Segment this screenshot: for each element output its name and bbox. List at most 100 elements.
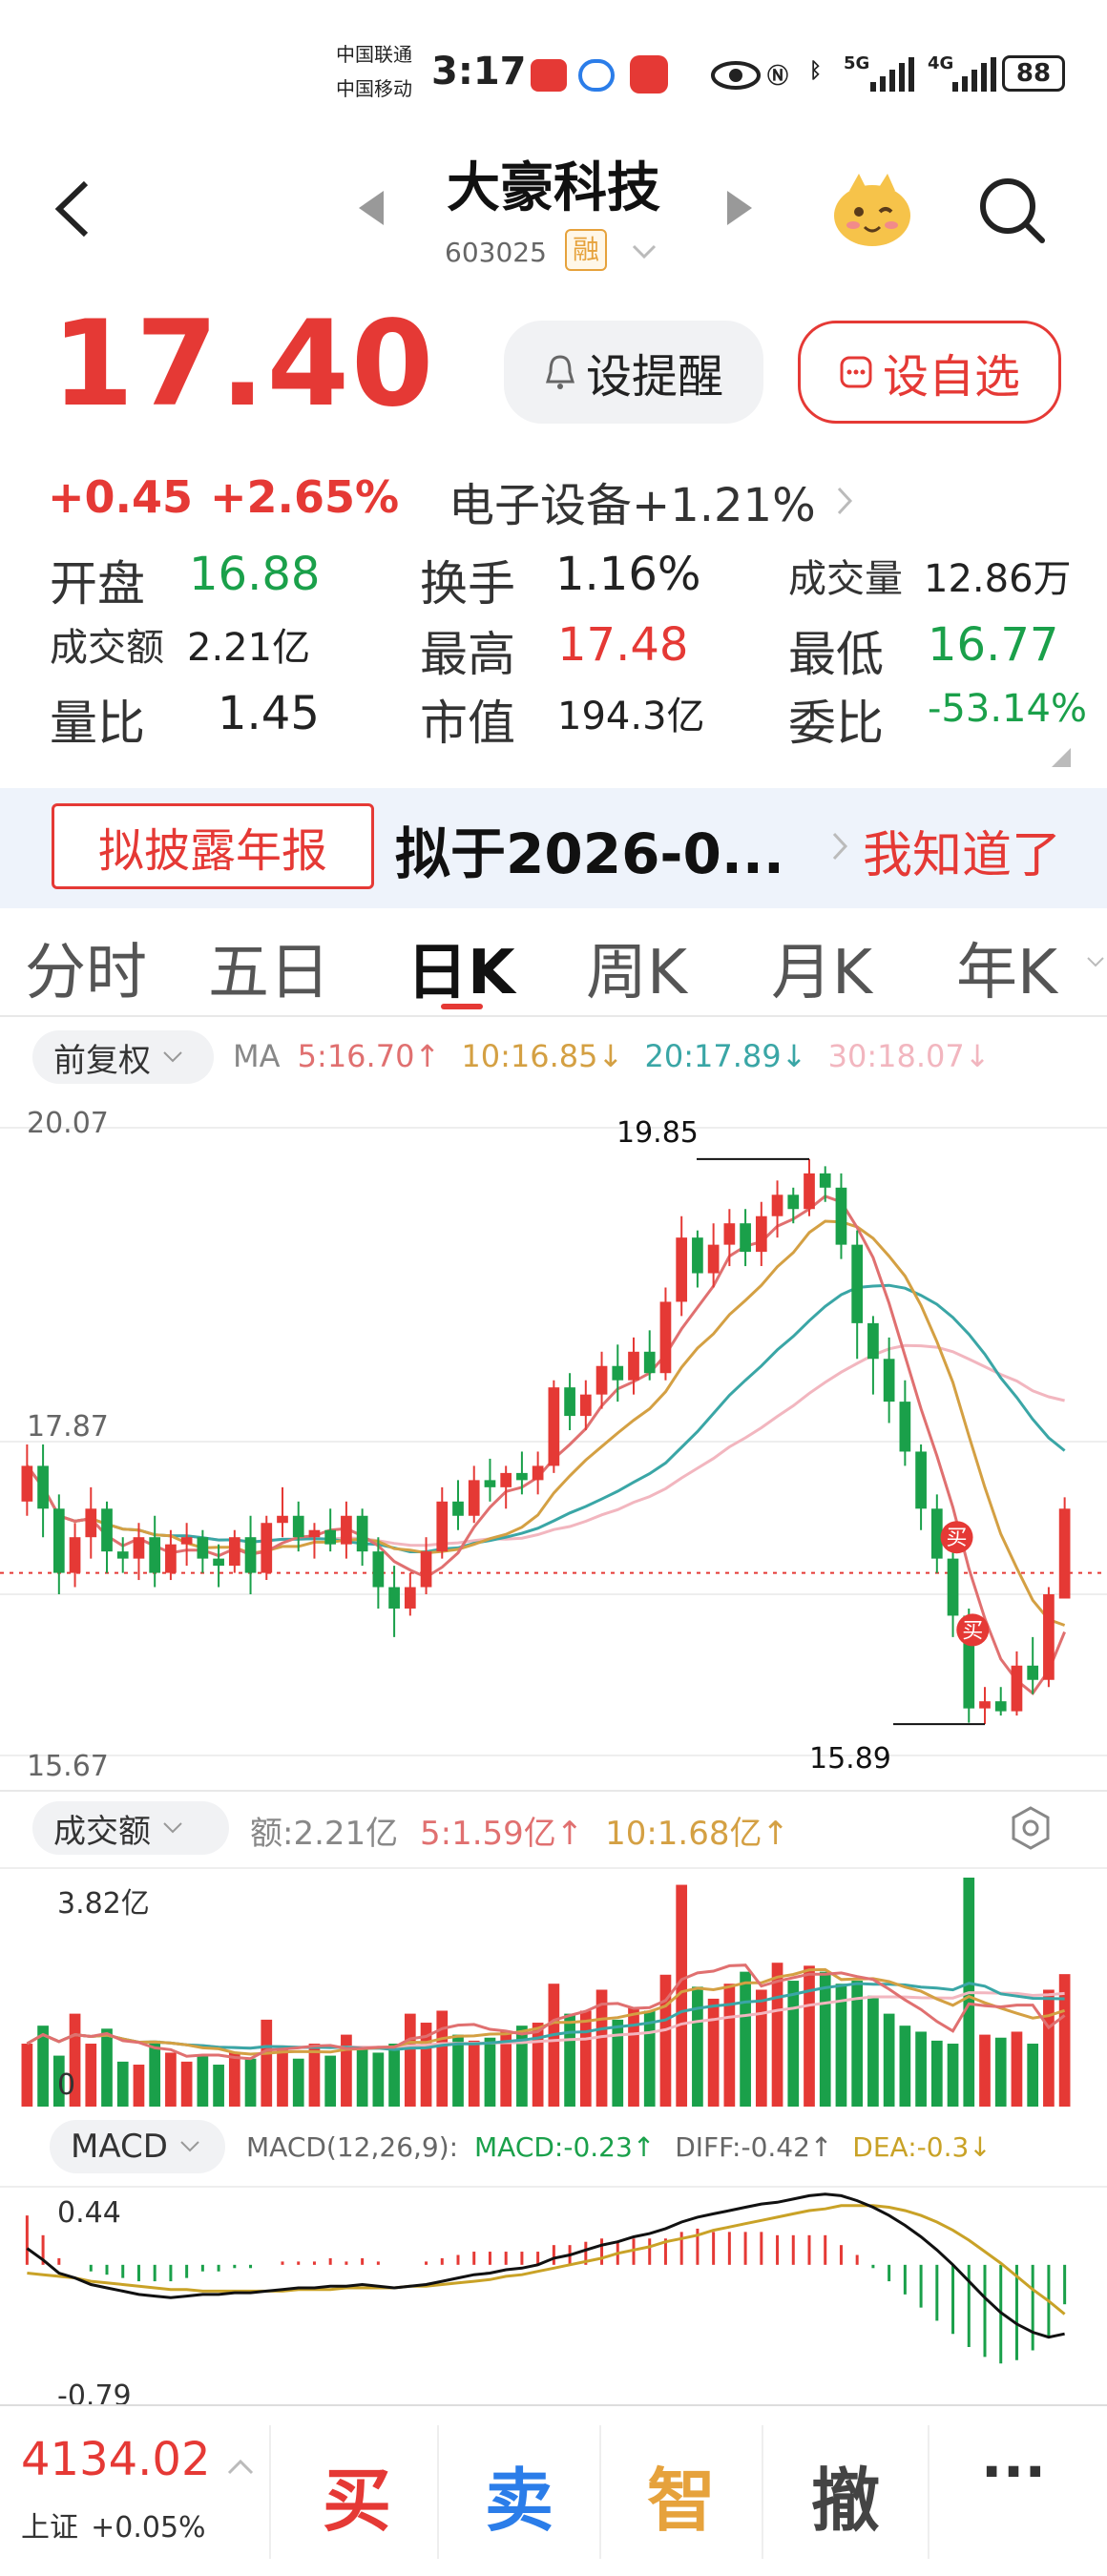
buy-marker: 买 (940, 1521, 973, 1554)
turnover-label: 换手 (420, 556, 515, 612)
volume-label: 成交量 (788, 557, 903, 601)
chevron-down-icon[interactable] (1086, 956, 1105, 969)
candle (532, 1451, 544, 1495)
search-button[interactable] (973, 172, 1050, 248)
volume-indicator-dropdown[interactable]: 成交额 (32, 1801, 229, 1855)
volume-bar (1011, 2031, 1023, 2107)
tab-daily-k[interactable]: 日K (407, 924, 515, 1011)
status-bar: 中国联通 中国移动 3:17 Ⓝ ᛒ 5G 4G 88 (0, 0, 1107, 134)
volume-bar (292, 2058, 304, 2107)
divider (0, 1790, 1107, 1792)
candle-body (994, 1701, 1007, 1712)
volume-y-zero: 0 (57, 2068, 76, 2102)
macd-chart[interactable] (0, 2179, 1107, 2404)
set-alert-button[interactable]: 设提醒 (504, 321, 763, 424)
tab-weekly-k[interactable]: 周K (586, 924, 687, 1011)
candle (1043, 1587, 1055, 1688)
smart-trade-button[interactable]: 智 (601, 2444, 762, 2545)
chevron-down-icon (163, 1051, 182, 1063)
candle (979, 1687, 991, 1725)
candle-body (532, 1465, 544, 1481)
divider (0, 1015, 1107, 1017)
chevron-down-icon (163, 1822, 182, 1834)
macd-y-top: 0.44 (57, 2196, 121, 2230)
macd-value: MACD:-0.23↑ (474, 2131, 656, 2163)
candle-body (899, 1402, 911, 1452)
macd-params: MACD(12,26,9): (246, 2131, 459, 2163)
back-button[interactable] (46, 176, 103, 242)
tab-5day[interactable]: 五日 (208, 924, 330, 1011)
candle-body (564, 1387, 575, 1417)
expand-corner-icon[interactable] (1050, 746, 1073, 769)
more-button[interactable]: ··· (931, 2439, 1096, 2505)
volume-chart[interactable] (0, 1860, 1107, 2110)
bottom-action-bar: 4134.02 上证 +0.05% 买 卖 智 撤 ··· (0, 2404, 1107, 2576)
candle (149, 1515, 161, 1588)
volume-bar (867, 1995, 879, 2107)
adjust-dropdown[interactable]: 前复权 (32, 1030, 214, 1084)
tab-yearly-k[interactable]: 年K (956, 924, 1057, 1011)
candle-body (404, 1587, 416, 1609)
signal-icon (870, 57, 914, 92)
carrier-2: 中国移动 (336, 77, 412, 100)
candle (994, 1687, 1007, 1716)
candle-body (548, 1387, 560, 1466)
add-watchlist-button[interactable]: 设自选 (798, 321, 1061, 424)
candle-body (21, 1465, 33, 1502)
chevron-down-icon[interactable] (630, 242, 658, 261)
notice-dismiss-button[interactable]: 我知道了 (863, 815, 1061, 886)
candle-body (101, 1508, 113, 1552)
volume-bar (165, 2052, 177, 2107)
candle (180, 1523, 193, 1567)
candle (436, 1486, 449, 1559)
volume-bar (436, 2010, 449, 2107)
candle (659, 1287, 672, 1381)
candle (85, 1486, 97, 1559)
volume-bar (85, 2044, 97, 2107)
candle-body (149, 1537, 161, 1573)
candle-body (915, 1451, 927, 1509)
sector-link[interactable]: 电子设备+1.21% (449, 467, 856, 534)
mascot-avatar[interactable] (828, 170, 916, 250)
volume-bar (133, 2065, 145, 2107)
next-stock-button[interactable] (723, 189, 756, 227)
candle-body (804, 1173, 815, 1210)
tab-minute[interactable]: 分时 (25, 924, 147, 1011)
macd-indicator-dropdown[interactable]: MACD (50, 2120, 225, 2173)
candle-body (165, 1544, 177, 1573)
volume-bar (356, 2049, 368, 2107)
candle-body (52, 1508, 65, 1573)
candle-body (133, 1537, 145, 1559)
adjust-label: 前复权 (53, 1041, 151, 1080)
settings-icon[interactable] (1008, 1805, 1054, 1851)
notice-text[interactable]: 拟于2026-0... (395, 809, 784, 889)
index-widget[interactable]: 4134.02 (21, 2433, 254, 2486)
volume-ma5: 5:1.59亿↑ (419, 1815, 584, 1853)
candle (804, 1158, 815, 1216)
vol-ratio-value: 1.45 (218, 687, 320, 740)
sell-button[interactable]: 卖 (439, 2444, 599, 2545)
kline-chart[interactable]: 买买 (0, 1093, 1107, 1790)
search-icon (980, 178, 1045, 243)
volume-bar (228, 2052, 240, 2107)
candle-body (883, 1359, 895, 1402)
nfc-icon: Ⓝ (767, 65, 789, 89)
candle-body (69, 1537, 81, 1573)
eye-icon (711, 61, 761, 90)
buy-marker-label: 买 (947, 1527, 968, 1550)
tab-monthly-k[interactable]: 月K (771, 924, 872, 1011)
period-tabs: 分时 五日 日K 周K 月K 年K (0, 918, 1107, 1011)
kline-y-mid: 17.87 (27, 1410, 109, 1444)
volume-bar (1027, 2044, 1039, 2107)
signal-icon-2 (952, 57, 996, 92)
notice-bar: 拟披露年报 拟于2026-0... 我知道了 (0, 788, 1107, 908)
volume-bar (771, 1963, 783, 2107)
candle-body (867, 1322, 879, 1360)
volume-indicator-label: 成交额 (53, 1812, 151, 1851)
buy-button[interactable]: 买 (275, 2444, 439, 2545)
volume-bar (883, 2013, 895, 2107)
candle-body (1011, 1665, 1023, 1712)
candle (1011, 1651, 1023, 1716)
candle (244, 1515, 257, 1595)
cancel-order-button[interactable]: 撤 (763, 2444, 928, 2545)
